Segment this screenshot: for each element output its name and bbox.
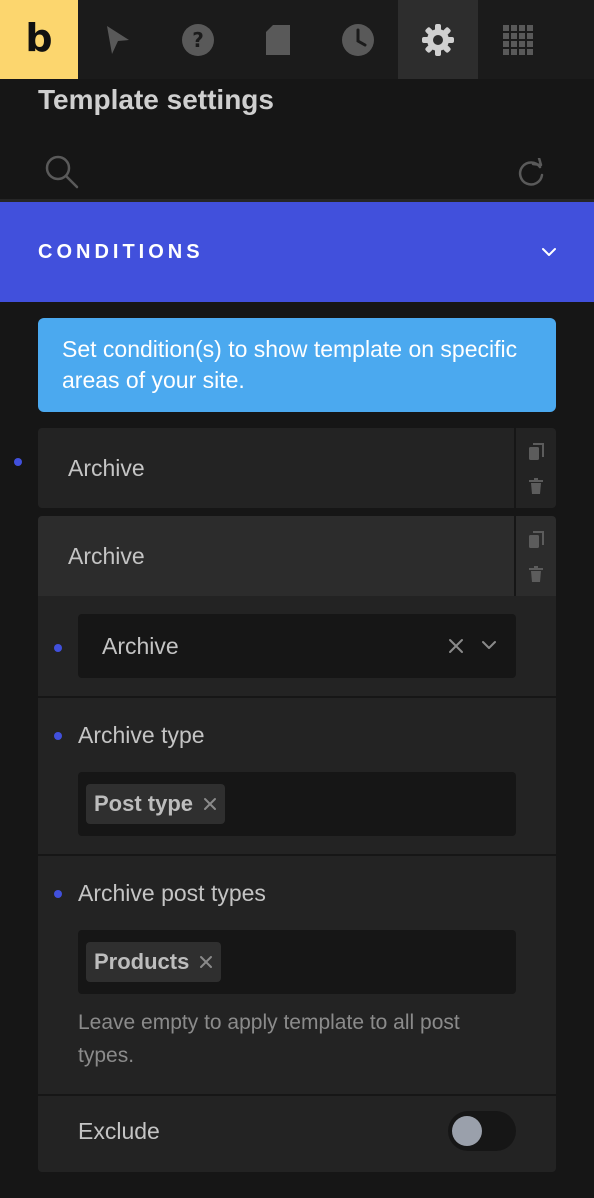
top-toolbar: b ?: [0, 0, 594, 79]
refresh-icon[interactable]: [518, 158, 546, 188]
condition-settings: Archive Archive type Post type Archive p…: [38, 596, 556, 1172]
help-button[interactable]: ?: [158, 0, 238, 79]
pages-button[interactable]: [238, 0, 318, 79]
toggle-knob: [452, 1116, 482, 1146]
grid-icon: [503, 24, 533, 55]
help-icon: ?: [182, 23, 214, 56]
panel-title: Template settings: [38, 84, 274, 115]
logo-button[interactable]: b: [0, 0, 78, 79]
chevron-down-icon: [542, 248, 556, 256]
conditions-title: CONDITIONS: [38, 240, 204, 263]
chevron-down-icon[interactable]: [482, 640, 496, 650]
field-indicator-dot: [54, 644, 62, 652]
condition-label: Archive: [68, 455, 145, 481]
select-element-button[interactable]: [78, 0, 158, 79]
field-indicator-dot: [54, 732, 62, 740]
remove-tag-icon[interactable]: [199, 955, 213, 969]
trash-icon[interactable]: [529, 477, 543, 494]
conditions-header[interactable]: CONDITIONS: [0, 202, 594, 302]
tag-chip: Post type: [86, 784, 226, 824]
post-types-help: Leave empty to apply template to all pos…: [78, 1011, 460, 1067]
page-icon: [266, 24, 290, 55]
archive-type-input[interactable]: Post type: [78, 772, 516, 836]
search-icon[interactable]: [44, 154, 80, 190]
history-button[interactable]: [318, 0, 398, 79]
divider: [38, 854, 556, 856]
history-icon: [342, 23, 374, 56]
condition-label: Archive: [68, 543, 145, 569]
divider: [38, 696, 556, 698]
copy-icon[interactable]: [528, 442, 544, 461]
exclude-label: Exclude: [78, 1118, 160, 1144]
condition-actions: [514, 516, 556, 596]
logo-letter: b: [25, 15, 53, 60]
condition-row[interactable]: Archive: [38, 428, 556, 508]
exclude-toggle[interactable]: [448, 1111, 516, 1151]
archive-post-types-input[interactable]: Products: [78, 930, 516, 994]
trash-icon[interactable]: [529, 565, 543, 582]
tag-label: Products: [94, 949, 190, 974]
cursor-icon: [107, 25, 129, 54]
copy-icon[interactable]: [528, 530, 544, 549]
select-value: Archive: [102, 633, 179, 659]
archive-type-label: Archive type: [78, 722, 205, 748]
tag-label: Post type: [94, 791, 194, 816]
condition-row-expanded[interactable]: Archive: [38, 516, 556, 596]
condition-indicator-dot: [14, 458, 22, 466]
more-button[interactable]: [558, 0, 594, 79]
tag-chip: Products: [86, 942, 222, 982]
archive-post-types-label: Archive post types: [78, 880, 266, 906]
settings-button[interactable]: [398, 0, 478, 79]
gear-icon: [422, 23, 454, 56]
conditions-info: Set condition(s) to show template on spe…: [38, 318, 556, 412]
divider: [38, 1094, 556, 1096]
svg-text:?: ?: [192, 28, 204, 52]
field-indicator-dot: [54, 890, 62, 898]
condition-actions: [514, 428, 556, 508]
clear-icon[interactable]: [448, 638, 464, 654]
condition-main-select[interactable]: Archive: [78, 614, 516, 678]
structure-button[interactable]: [478, 0, 558, 79]
remove-tag-icon[interactable]: [203, 797, 217, 811]
